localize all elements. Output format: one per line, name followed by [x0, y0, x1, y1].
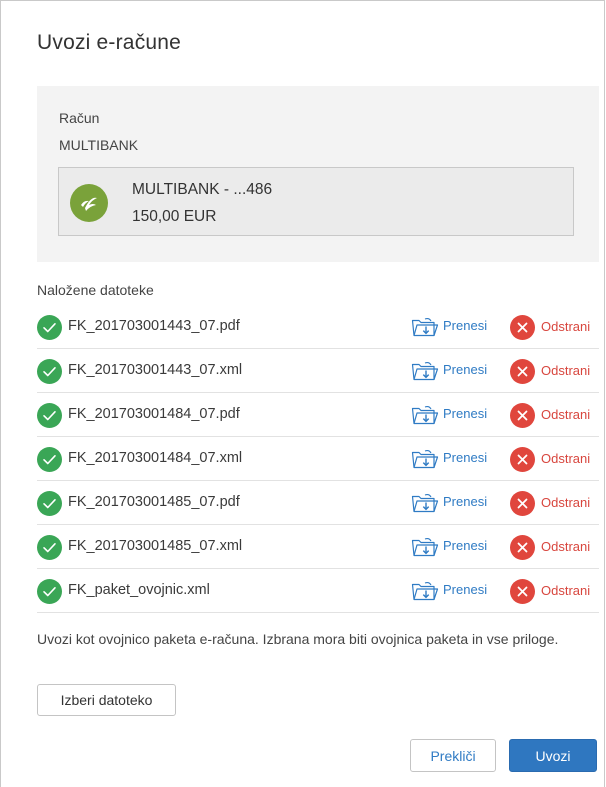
- choose-file-button[interactable]: Izberi datoteko: [37, 684, 176, 716]
- check-circle-icon: [37, 447, 62, 472]
- cancel-button[interactable]: Prekliči: [410, 739, 496, 772]
- close-circle-icon: [510, 579, 535, 604]
- file-name: FK_201703001485_07.xml: [68, 538, 243, 554]
- account-label: Račun: [59, 110, 100, 126]
- close-circle-icon: [510, 315, 535, 340]
- download-label: Prenesi: [443, 362, 488, 377]
- check-circle-icon: [37, 359, 62, 384]
- dialog-title: Uvozi e-račune: [37, 31, 182, 54]
- remove-label: Odstrani: [541, 319, 591, 334]
- remove-label: Odstrani: [541, 451, 591, 466]
- account-name: MULTIBANK: [59, 137, 139, 153]
- file-row: FK_201703001485_07.pdf Prenesi Odstrani: [37, 481, 599, 525]
- remove-label: Odstrani: [541, 539, 591, 554]
- import-hint-text: Uvozi kot ovojnico paketa e-računa. Izbr…: [37, 631, 559, 647]
- file-name: FK_201703001443_07.xml: [68, 362, 243, 378]
- uploaded-files-list: FK_201703001443_07.pdf Prenesi Odstrani FK_…: [37, 305, 599, 613]
- close-circle-icon: [510, 491, 535, 516]
- file-row: FK_201703001443_07.xml Prenesi Odstrani: [37, 349, 599, 393]
- account-panel: Račun MULTIBANK MULTIBANK - ...486 150,0…: [37, 86, 599, 262]
- file-row: FK_201703001484_07.pdf Prenesi Odstrani: [37, 393, 599, 437]
- download-label: Prenesi: [443, 318, 488, 333]
- check-circle-icon: [37, 315, 62, 340]
- file-row: FK_201703001485_07.xml Prenesi Odstrani: [37, 525, 599, 569]
- account-card-title: MULTIBANK - ...486: [132, 181, 273, 198]
- download-label: Prenesi: [443, 450, 488, 465]
- file-row: FK_201703001443_07.pdf Prenesi Odstrani: [37, 305, 599, 349]
- bank-logo-icon: [70, 184, 108, 222]
- remove-label: Odstrani: [541, 407, 591, 422]
- account-card[interactable]: MULTIBANK - ...486 150,00 EUR: [58, 167, 574, 236]
- file-row: FK_paket_ovojnic.xml Prenesi Odstrani: [37, 569, 599, 613]
- account-card-amount: 150,00 EUR: [132, 208, 217, 225]
- import-button[interactable]: Uvozi: [509, 739, 597, 772]
- close-circle-icon: [510, 447, 535, 472]
- remove-label: Odstrani: [541, 363, 591, 378]
- download-label: Prenesi: [443, 538, 488, 553]
- check-circle-icon: [37, 403, 62, 428]
- download-label: Prenesi: [443, 582, 488, 597]
- close-circle-icon: [510, 359, 535, 384]
- file-name: FK_201703001485_07.pdf: [68, 494, 240, 510]
- close-circle-icon: [510, 403, 535, 428]
- remove-label: Odstrani: [541, 583, 591, 598]
- import-e-invoices-dialog: Uvozi e-račune Račun MULTIBANK MULTIBANK…: [0, 0, 605, 787]
- download-label: Prenesi: [443, 406, 488, 421]
- uploaded-files-label: Naložene datoteke: [37, 282, 154, 298]
- check-circle-icon: [37, 579, 62, 604]
- file-name: FK_201703001443_07.pdf: [68, 318, 240, 334]
- remove-label: Odstrani: [541, 495, 591, 510]
- file-name: FK_paket_ovojnic.xml: [68, 582, 210, 598]
- file-name: FK_201703001484_07.xml: [68, 450, 243, 466]
- check-circle-icon: [37, 491, 62, 516]
- close-circle-icon: [510, 535, 535, 560]
- file-row: FK_201703001484_07.xml Prenesi Odstrani: [37, 437, 599, 481]
- check-circle-icon: [37, 535, 62, 560]
- file-name: FK_201703001484_07.pdf: [68, 406, 240, 422]
- download-label: Prenesi: [443, 494, 488, 509]
